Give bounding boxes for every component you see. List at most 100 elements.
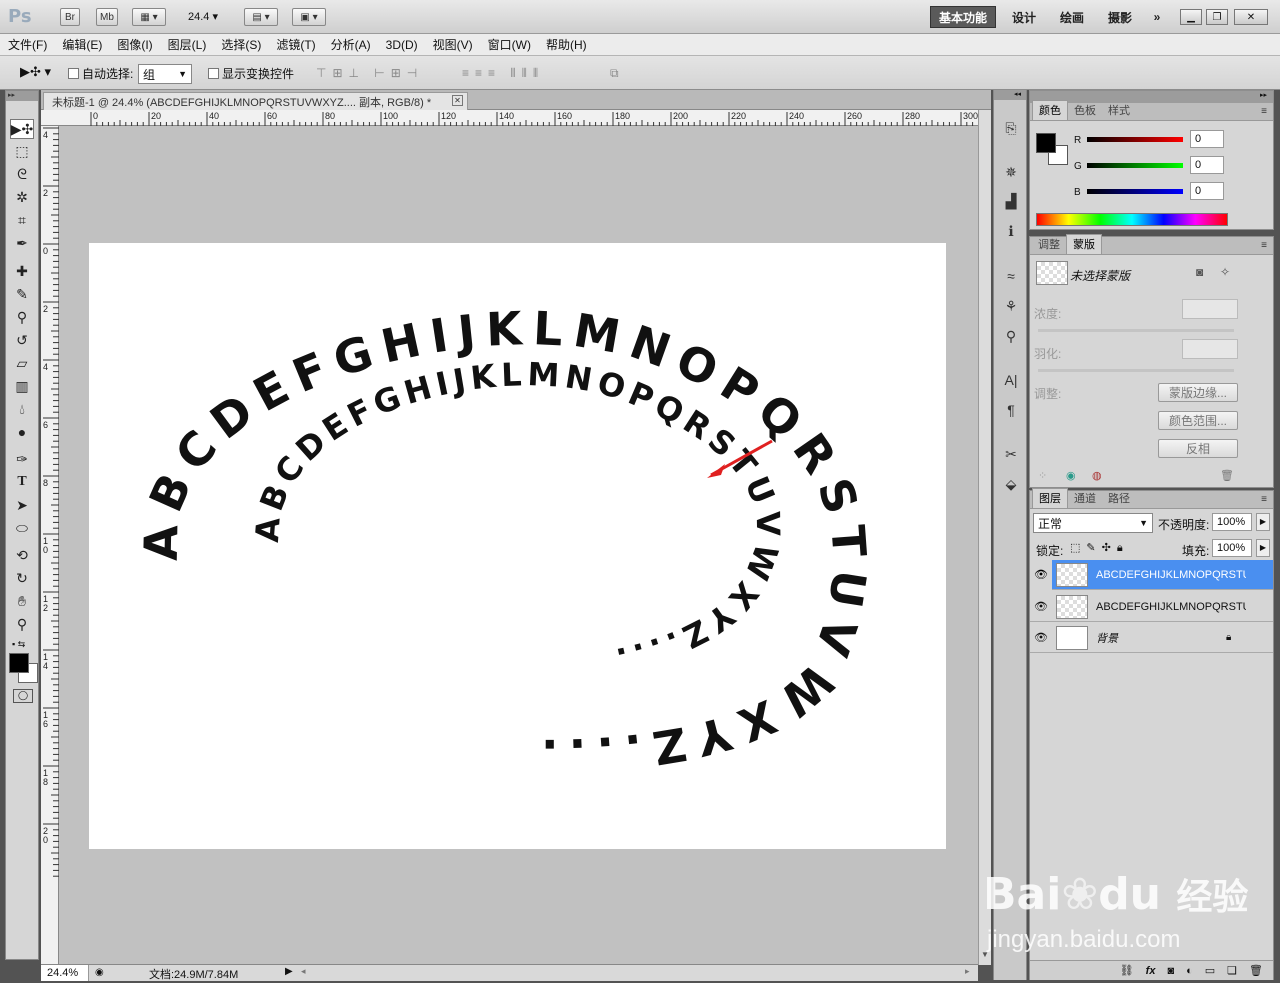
workspace-painting[interactable]: 绘画 — [1052, 6, 1092, 28]
b-slider[interactable] — [1087, 189, 1183, 194]
arrange-documents-button[interactable]: ▤ ▾ — [244, 8, 278, 26]
delete-mask-icon[interactable]: 🗑︎ — [1220, 469, 1234, 482]
panel-menu-icon[interactable]: ≡ — [1261, 240, 1267, 251]
quick-select-tool[interactable]: ✲ — [10, 187, 34, 207]
tab-channels[interactable]: 通道 — [1068, 489, 1102, 508]
pixel-mask-icon[interactable]: ◙ — [1196, 265, 1203, 279]
apply-mask-icon[interactable]: ◉ — [1066, 469, 1076, 482]
blend-mode-dropdown[interactable]: 正常 ▼ — [1033, 513, 1153, 533]
layer-row[interactable]: 👁︎ ABCDEFGHIJKLMNOPQRSTU... — [1030, 592, 1273, 622]
tab-styles[interactable]: 样式 — [1102, 101, 1136, 120]
3d-panel-icon[interactable]: ⬙ — [999, 474, 1023, 494]
tab-layers[interactable]: 图层 — [1032, 488, 1068, 508]
dock-collapse-button[interactable]: ◂◂ — [994, 90, 1026, 100]
disable-mask-icon[interactable]: ◍ — [1092, 469, 1102, 482]
close-document-icon[interactable]: ✕ — [452, 95, 463, 106]
inner-warped-text[interactable]: ABCDEFGHIJKLMNOPQRSTUVWXYZ.... — [248, 355, 787, 680]
density-field[interactable] — [1182, 299, 1238, 319]
pen-tool[interactable]: ✑ — [10, 449, 34, 469]
layer-row[interactable]: 👁︎ 背景 🔒︎ — [1030, 623, 1273, 653]
visibility-eye-icon[interactable]: 👁︎ — [1030, 559, 1052, 590]
status-menu-arrow-icon[interactable]: ▶ — [285, 966, 293, 977]
color-foreground-swatch[interactable] — [1036, 133, 1056, 153]
move-tool[interactable]: ▶✣ — [10, 119, 34, 139]
paragraph-panel-icon[interactable]: ¶ — [999, 400, 1023, 420]
history-panel-icon[interactable]: ⎘ — [999, 118, 1023, 138]
clone-stamp-tool[interactable]: ⚲ — [10, 307, 34, 327]
move-tool-preset-picker[interactable]: ▶✣ ▾ — [20, 64, 51, 80]
marquee-tool[interactable]: ⬚ — [10, 141, 34, 161]
menu-select[interactable]: 选择(S) — [221, 36, 261, 53]
info-panel-icon[interactable]: ℹ — [999, 221, 1023, 241]
align-buttons-group[interactable]: ⊤⊞⊥ ⊢⊞⊣ — [316, 66, 423, 80]
document-canvas[interactable]: ABCDEFGHIJKLMNOPQRSTUVWXYZ.... ABCDEFGHI… — [89, 243, 946, 849]
workspace-overflow-button[interactable]: » — [1146, 6, 1168, 28]
mask-edge-button[interactable]: 蒙版边缘... — [1158, 383, 1238, 402]
h-scroll-right-icon[interactable]: ▸ — [965, 966, 970, 977]
vector-mask-icon[interactable]: ✧ — [1220, 265, 1230, 279]
menu-view[interactable]: 视图(V) — [433, 36, 473, 53]
feather-field[interactable] — [1182, 339, 1238, 359]
layer-row[interactable]: 👁︎ ABCDEFGHIJKLMNOPQRSTU... — [1030, 559, 1273, 590]
menu-filter[interactable]: 滤镜(T) — [276, 36, 315, 53]
tab-color[interactable]: 颜色 — [1032, 100, 1068, 120]
r-slider[interactable] — [1087, 137, 1183, 142]
visibility-eye-icon[interactable]: 👁︎ — [1030, 600, 1052, 613]
swap-colors-icon[interactable]: ▪ ⇆ — [12, 639, 25, 650]
tab-masks[interactable]: 蒙版 — [1066, 234, 1102, 254]
dodge-tool[interactable]: ● — [10, 422, 34, 442]
tool-presets-icon[interactable]: ✂ — [999, 444, 1023, 464]
vertical-scrollbar[interactable]: ▼ — [978, 110, 991, 965]
opacity-field[interactable]: 100% — [1212, 513, 1252, 531]
path-selection-tool[interactable]: ➤ — [10, 495, 34, 515]
menu-image[interactable]: 图像(I) — [117, 36, 152, 53]
gradient-tool[interactable]: ▥ — [10, 376, 34, 396]
auto-select-dropdown[interactable]: 组 ▼ — [138, 64, 192, 84]
type-tool[interactable]: T — [10, 472, 34, 492]
mini-bridge-button[interactable]: Mb — [96, 8, 118, 26]
panel-menu-icon[interactable]: ≡ — [1261, 106, 1267, 117]
crop-tool[interactable]: ⌗ — [10, 210, 34, 230]
show-transform-checkbox[interactable] — [208, 68, 219, 79]
3d-orbit-tool[interactable]: ↻ — [10, 568, 34, 588]
opacity-slider-toggle[interactable]: ▶ — [1256, 513, 1270, 531]
brush-presets-icon[interactable]: ≈ — [999, 266, 1023, 286]
load-selection-icon[interactable]: ⁘ — [1038, 469, 1047, 482]
status-info-icon[interactable]: ◉ — [95, 967, 104, 978]
eraser-tool[interactable]: ▱ — [10, 353, 34, 373]
history-brush-tool[interactable]: ↺ — [10, 330, 34, 350]
tab-paths[interactable]: 路径 — [1102, 489, 1136, 508]
view-extras-button[interactable]: ▦ ▾ — [132, 8, 166, 26]
tab-adjustments[interactable]: 调整 — [1032, 235, 1066, 254]
panel-menu-icon[interactable]: ≡ — [1261, 494, 1267, 505]
menu-layer[interactable]: 图层(L) — [168, 36, 207, 53]
workspace-essentials[interactable]: 基本功能 — [930, 6, 996, 28]
visibility-eye-icon[interactable]: 👁︎ — [1030, 631, 1052, 644]
bridge-button[interactable]: Br — [60, 8, 80, 26]
histogram-panel-icon[interactable]: ▟ — [999, 191, 1023, 211]
h-scroll-left-icon[interactable]: ◂ — [301, 966, 306, 977]
workspace-design[interactable]: 设计 — [1004, 6, 1044, 28]
auto-align-button[interactable]: ⧉ — [610, 66, 619, 81]
hand-tool[interactable]: ✋︎ — [10, 591, 34, 611]
color-spectrum-bar[interactable] — [1036, 213, 1228, 226]
brush-tool[interactable]: ✎ — [10, 284, 34, 304]
menu-3d[interactable]: 3D(D) — [386, 38, 418, 52]
g-slider[interactable] — [1087, 163, 1183, 168]
clone-source-icon[interactable]: ⚲ — [999, 326, 1023, 346]
document-tab[interactable]: 未标题-1 @ 24.4% (ABCDEFGHIJKLMNOPQRSTUVWXY… — [43, 92, 468, 110]
menu-file[interactable]: 文件(F) — [8, 36, 47, 53]
g-value-field[interactable]: 0 — [1190, 156, 1224, 174]
auto-select-checkbox[interactable] — [68, 68, 79, 79]
zoom-tool[interactable]: ⚲ — [10, 614, 34, 634]
lasso-tool[interactable]: ᘓ — [10, 164, 34, 184]
menu-analysis[interactable]: 分析(A) — [331, 36, 371, 53]
blur-tool[interactable]: 💧︎ — [10, 399, 34, 419]
close-button[interactable]: ✕ — [1234, 9, 1268, 25]
restore-button[interactable]: ❐ — [1206, 9, 1228, 25]
brushes-panel-icon[interactable]: ⚘ — [999, 296, 1023, 316]
tools-panel-header[interactable]: ▸▸ — [6, 91, 38, 101]
distribute-buttons-group[interactable]: ≡≡≡ ⦀⦀⦀ — [462, 66, 544, 81]
menu-window[interactable]: 窗口(W) — [488, 36, 531, 53]
navigator-panel-icon[interactable]: ✵ — [999, 162, 1023, 182]
